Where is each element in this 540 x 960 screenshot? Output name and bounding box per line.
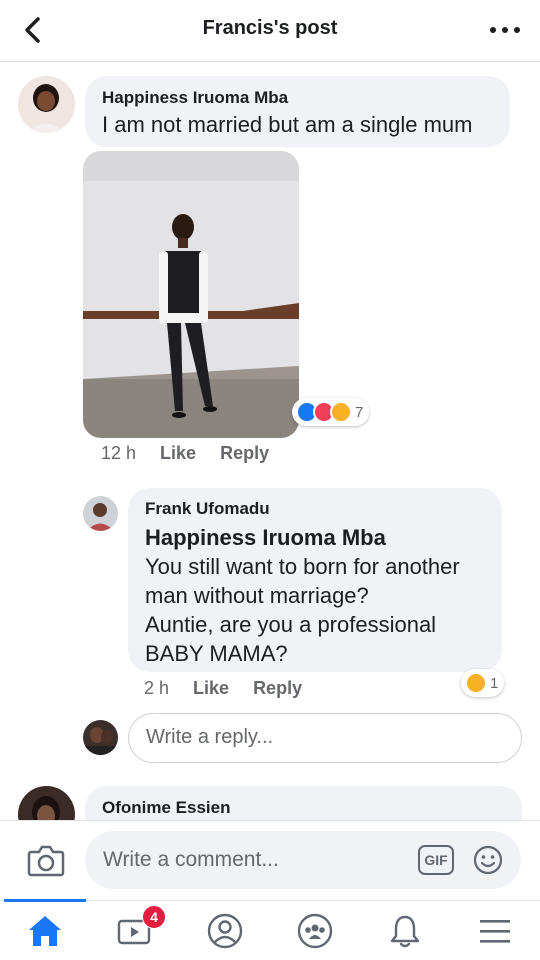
comment-composer: Write a comment... GIF [0,820,540,900]
comment-photo[interactable] [83,151,299,438]
menu-icon [480,920,510,943]
reply-actions: 2 h Like Reply [144,678,302,699]
comment-input[interactable]: Write a comment... GIF [85,831,521,889]
bottom-tab-bar: 4 [0,899,540,960]
haha-icon [465,672,487,694]
reaction-count: 7 [355,403,364,421]
avatar [83,720,118,755]
reply-text-line: Auntie, are you a professional [145,612,437,637]
more-options-icon[interactable] [490,18,520,42]
reply-text-line: man without marriage? [145,583,369,608]
tab-profile[interactable] [180,901,270,960]
reply-time: 2 h [144,678,170,698]
reply-text-line: You still want to born for another [145,554,460,579]
reply-author[interactable]: Frank Ufomadu [145,499,485,519]
notification-badge: 4 [142,905,166,929]
reply-button[interactable]: Reply [220,443,269,464]
tab-notifications[interactable] [360,901,450,960]
top-bar: Francis's post [0,0,540,62]
comment-text: I am not married but am a single mum [102,112,473,137]
comment-input-placeholder: Write a comment... [103,848,279,871]
haha-icon [330,401,352,423]
tab-watch[interactable]: 4 [90,901,180,960]
camera-icon[interactable] [27,842,65,878]
comment-author[interactable]: Happiness Iruoma Mba [102,88,493,108]
home-icon [29,916,61,946]
mention-tag[interactable]: Happiness Iruoma Mba [145,523,485,552]
gif-button[interactable]: GIF [418,845,454,875]
tab-menu[interactable] [450,901,540,960]
tab-home[interactable] [0,899,90,960]
like-button[interactable]: Like [193,678,229,699]
comment-time: 12 h [101,443,137,463]
bell-icon [390,915,420,948]
reply-text-line: BABY MAMA? [145,641,288,666]
avatar[interactable] [18,76,75,133]
comment-actions: 12 h Like Reply [101,443,269,464]
reply-input[interactable]: Write a reply... [128,713,522,763]
comment-bubble[interactable]: Happiness Iruoma Mba I am not married bu… [85,76,510,147]
reaction-count: 1 [490,674,499,692]
tab-groups[interactable] [270,901,360,960]
reactions-summary[interactable]: 7 [292,398,370,426]
emoji-icon[interactable] [472,844,504,876]
reactions-summary[interactable]: 1 [461,669,505,697]
comment-author[interactable]: Ofonime Essien [102,798,505,818]
profile-icon [207,913,243,949]
groups-icon [297,913,333,949]
reply-button[interactable]: Reply [253,678,302,699]
page-title: Francis's post [202,17,338,39]
avatar[interactable] [83,496,118,531]
like-button[interactable]: Like [160,443,196,464]
reply-bubble[interactable]: Frank Ufomadu Happiness Iruoma Mba You s… [128,488,502,672]
